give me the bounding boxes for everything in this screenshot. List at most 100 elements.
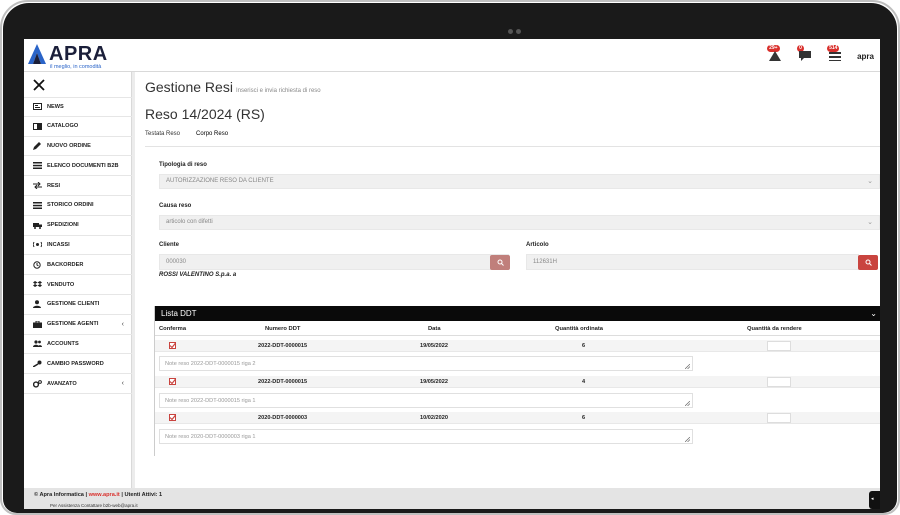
sidebar-item-spedizioni[interactable]: SPEDIZIONI	[24, 216, 132, 236]
chevron-down-icon: ⌄	[867, 178, 873, 185]
sidebar-item-backorder[interactable]: BACKORDER	[24, 255, 132, 276]
col-conferma: Conferma	[159, 326, 187, 332]
sidebar-item-label: CAMBIO PASSWORD	[47, 360, 104, 367]
alerts-button[interactable]: 29+	[767, 45, 787, 64]
ddt-list: Lista DDT ⌄ Conferma Numero DDT Data Qua…	[154, 306, 880, 456]
pencil-icon	[32, 141, 42, 150]
ddt-columns: Conferma Numero DDT Data Quantità ordina…	[155, 323, 880, 336]
cliente-name: ROSSI VALENTINO S.p.a. a	[159, 272, 237, 278]
resize-grip-icon[interactable]	[685, 364, 690, 369]
sidebar-item-news[interactable]: NEWS	[24, 97, 132, 117]
checkbox-checked-icon[interactable]	[169, 342, 176, 349]
sidebar-item-label: STORICO ORDINI	[47, 202, 94, 209]
sidebar-item-label: RESI	[47, 182, 61, 189]
resize-grip-icon[interactable]	[685, 437, 690, 442]
tabs-divider	[145, 146, 880, 147]
sidebar-item-label: GESTIONE CLIENTI	[47, 301, 100, 308]
note-text: Note reso 2022-DDT-0000015 riga 2	[165, 361, 256, 367]
ddt-date: 10/02/2020	[420, 415, 448, 421]
chevron-down-icon[interactable]: ⌄	[870, 309, 877, 318]
tipologia-select[interactable]: AUTORIZZAZIONE RESO DA CLIENTE ⌄	[159, 174, 880, 189]
sidebar-item-label: ELENCO DOCUMENTI B2B	[47, 162, 119, 169]
ddt-date: 19/05/2022	[420, 343, 448, 349]
page-title-text: Gestione Resi	[145, 79, 233, 95]
ddt-date: 19/05/2022	[420, 379, 448, 385]
checkbox-checked-icon[interactable]	[169, 378, 176, 385]
sidebar-item-venduto[interactable]: VENDUTO	[24, 275, 132, 295]
user-icon	[32, 300, 42, 309]
causa-select[interactable]: articolo con difetti ⌄	[159, 215, 880, 230]
ddt-number: 2022-DDT-0000015	[258, 379, 308, 385]
briefcase-icon	[32, 320, 42, 328]
main-content: Gestione Resi Inserisci e invia richiesta…	[135, 72, 880, 488]
truck-icon	[32, 221, 42, 229]
sidebar-item-storico-ordini[interactable]: STORICO ORDINI	[24, 196, 132, 216]
sidebar-item-resi[interactable]: RESI	[24, 176, 132, 196]
sidebar-item-incassi[interactable]: INCASSI	[24, 236, 132, 256]
tabs: Testata Reso Corpo Reso	[145, 129, 228, 145]
chevron-left-icon: ‹	[121, 380, 124, 388]
sidebar-item-gestione-clienti[interactable]: GESTIONE CLIENTI	[24, 295, 132, 315]
resize-grip-icon[interactable]	[685, 401, 690, 406]
page-subtitle: Inserisci e invia richiesta di reso	[235, 88, 321, 94]
ddt-list-title: Lista DDT	[161, 309, 197, 318]
cliente-search-button[interactable]	[490, 255, 510, 270]
articolo-label: Articolo	[526, 242, 549, 248]
user-menu[interactable]: apra	[857, 52, 874, 61]
col-data: Data	[428, 326, 441, 332]
sidebar-item-accounts[interactable]: ACCOUNTS	[24, 335, 132, 355]
apra-logo[interactable]: APRA il meglio, in comodità	[28, 42, 128, 70]
checkbox-checked-icon[interactable]	[169, 414, 176, 421]
list-icon	[32, 162, 42, 170]
history-icon	[32, 261, 42, 269]
note-field[interactable]: Note reso 2022-DDT-0000015 riga 2	[159, 356, 693, 371]
comment-icon	[799, 51, 812, 61]
messages-button[interactable]: 0	[797, 45, 817, 64]
top-bar: APRA il meglio, in comodità 29+ 0 514 ap…	[24, 39, 880, 72]
tab-testata-reso[interactable]: Testata Reso	[145, 129, 180, 145]
cliente-field[interactable]: 000030	[159, 254, 509, 270]
brand-tagline: il meglio, in comodità	[50, 64, 102, 70]
page-title: Gestione Resi Inserisci e invia richiesta…	[145, 79, 321, 95]
chat-button[interactable]: ◂	[869, 491, 880, 509]
sidebar-item-label: INCASSI	[47, 241, 70, 248]
document-title: Reso 14/2024 (RS)	[145, 106, 265, 122]
sidebar-item-gestione-agenti[interactable]: GESTIONE AGENTI ‹	[24, 315, 132, 335]
articolo-field[interactable]: 112631H	[526, 254, 859, 270]
key-icon	[32, 360, 42, 368]
tab-corpo-reso[interactable]: Corpo Reso	[196, 129, 228, 145]
search-icon	[497, 259, 504, 266]
ddt-list-header[interactable]: Lista DDT ⌄	[155, 306, 880, 321]
qty-to-return-input[interactable]	[767, 341, 791, 351]
ddt-qty-ordered: 6	[582, 343, 586, 349]
footer-users: | Utenti Attivi: 1	[119, 492, 163, 498]
close-icon[interactable]	[32, 78, 46, 92]
footer-site-link[interactable]: www.apra.it	[89, 492, 120, 498]
brand-name: APRA	[49, 43, 108, 65]
sidebar-item-label: GESTIONE AGENTI	[47, 321, 99, 328]
warning-icon	[769, 51, 782, 61]
note-field[interactable]: Note reso 2020-DDT-0000003 riga 1	[159, 429, 693, 444]
exchange-icon	[32, 182, 42, 190]
footer: © Apra Informatica | www.apra.it | Utent…	[24, 488, 880, 509]
table-row: 2022-DDT-0000015 19/05/2022 6	[155, 340, 880, 352]
screen: APRA il meglio, in comodità 29+ 0 514 ap…	[24, 39, 880, 509]
articolo-search-button[interactable]	[858, 255, 878, 270]
cart-button[interactable]: 514	[827, 45, 847, 64]
note-field[interactable]: Note reso 2022-DDT-0000015 riga 1	[159, 393, 693, 408]
qty-to-return-input[interactable]	[767, 377, 791, 387]
sidebar-item-label: VENDUTO	[47, 281, 75, 288]
sidebar-item-catalogo[interactable]: CATALOGO	[24, 117, 132, 137]
sidebar: NEWS CATALOGO NUOVO ORDINE ELENCO DOCUMENTI…	[24, 72, 132, 488]
list-icon	[32, 201, 42, 209]
sidebar-item-avanzato[interactable]: AVANZATO ‹	[24, 374, 132, 394]
sidebar-item-label: SPEDIZIONI	[47, 222, 79, 229]
footer-support: Per Assistenza Contattare b2b-web@apra.i…	[50, 503, 138, 508]
cliente-value: 000030	[166, 259, 187, 265]
qty-to-return-input[interactable]	[767, 413, 791, 423]
money-icon	[32, 241, 42, 249]
sidebar-item-nuovo-ordine[interactable]: NUOVO ORDINE	[24, 137, 132, 157]
sidebar-item-elenco-documenti-b2b[interactable]: ELENCO DOCUMENTI B2B	[24, 156, 132, 177]
table-row: 2020-DDT-0000003 10/02/2020 6	[155, 412, 880, 424]
sidebar-item-cambio-password[interactable]: CAMBIO PASSWORD	[24, 354, 132, 375]
